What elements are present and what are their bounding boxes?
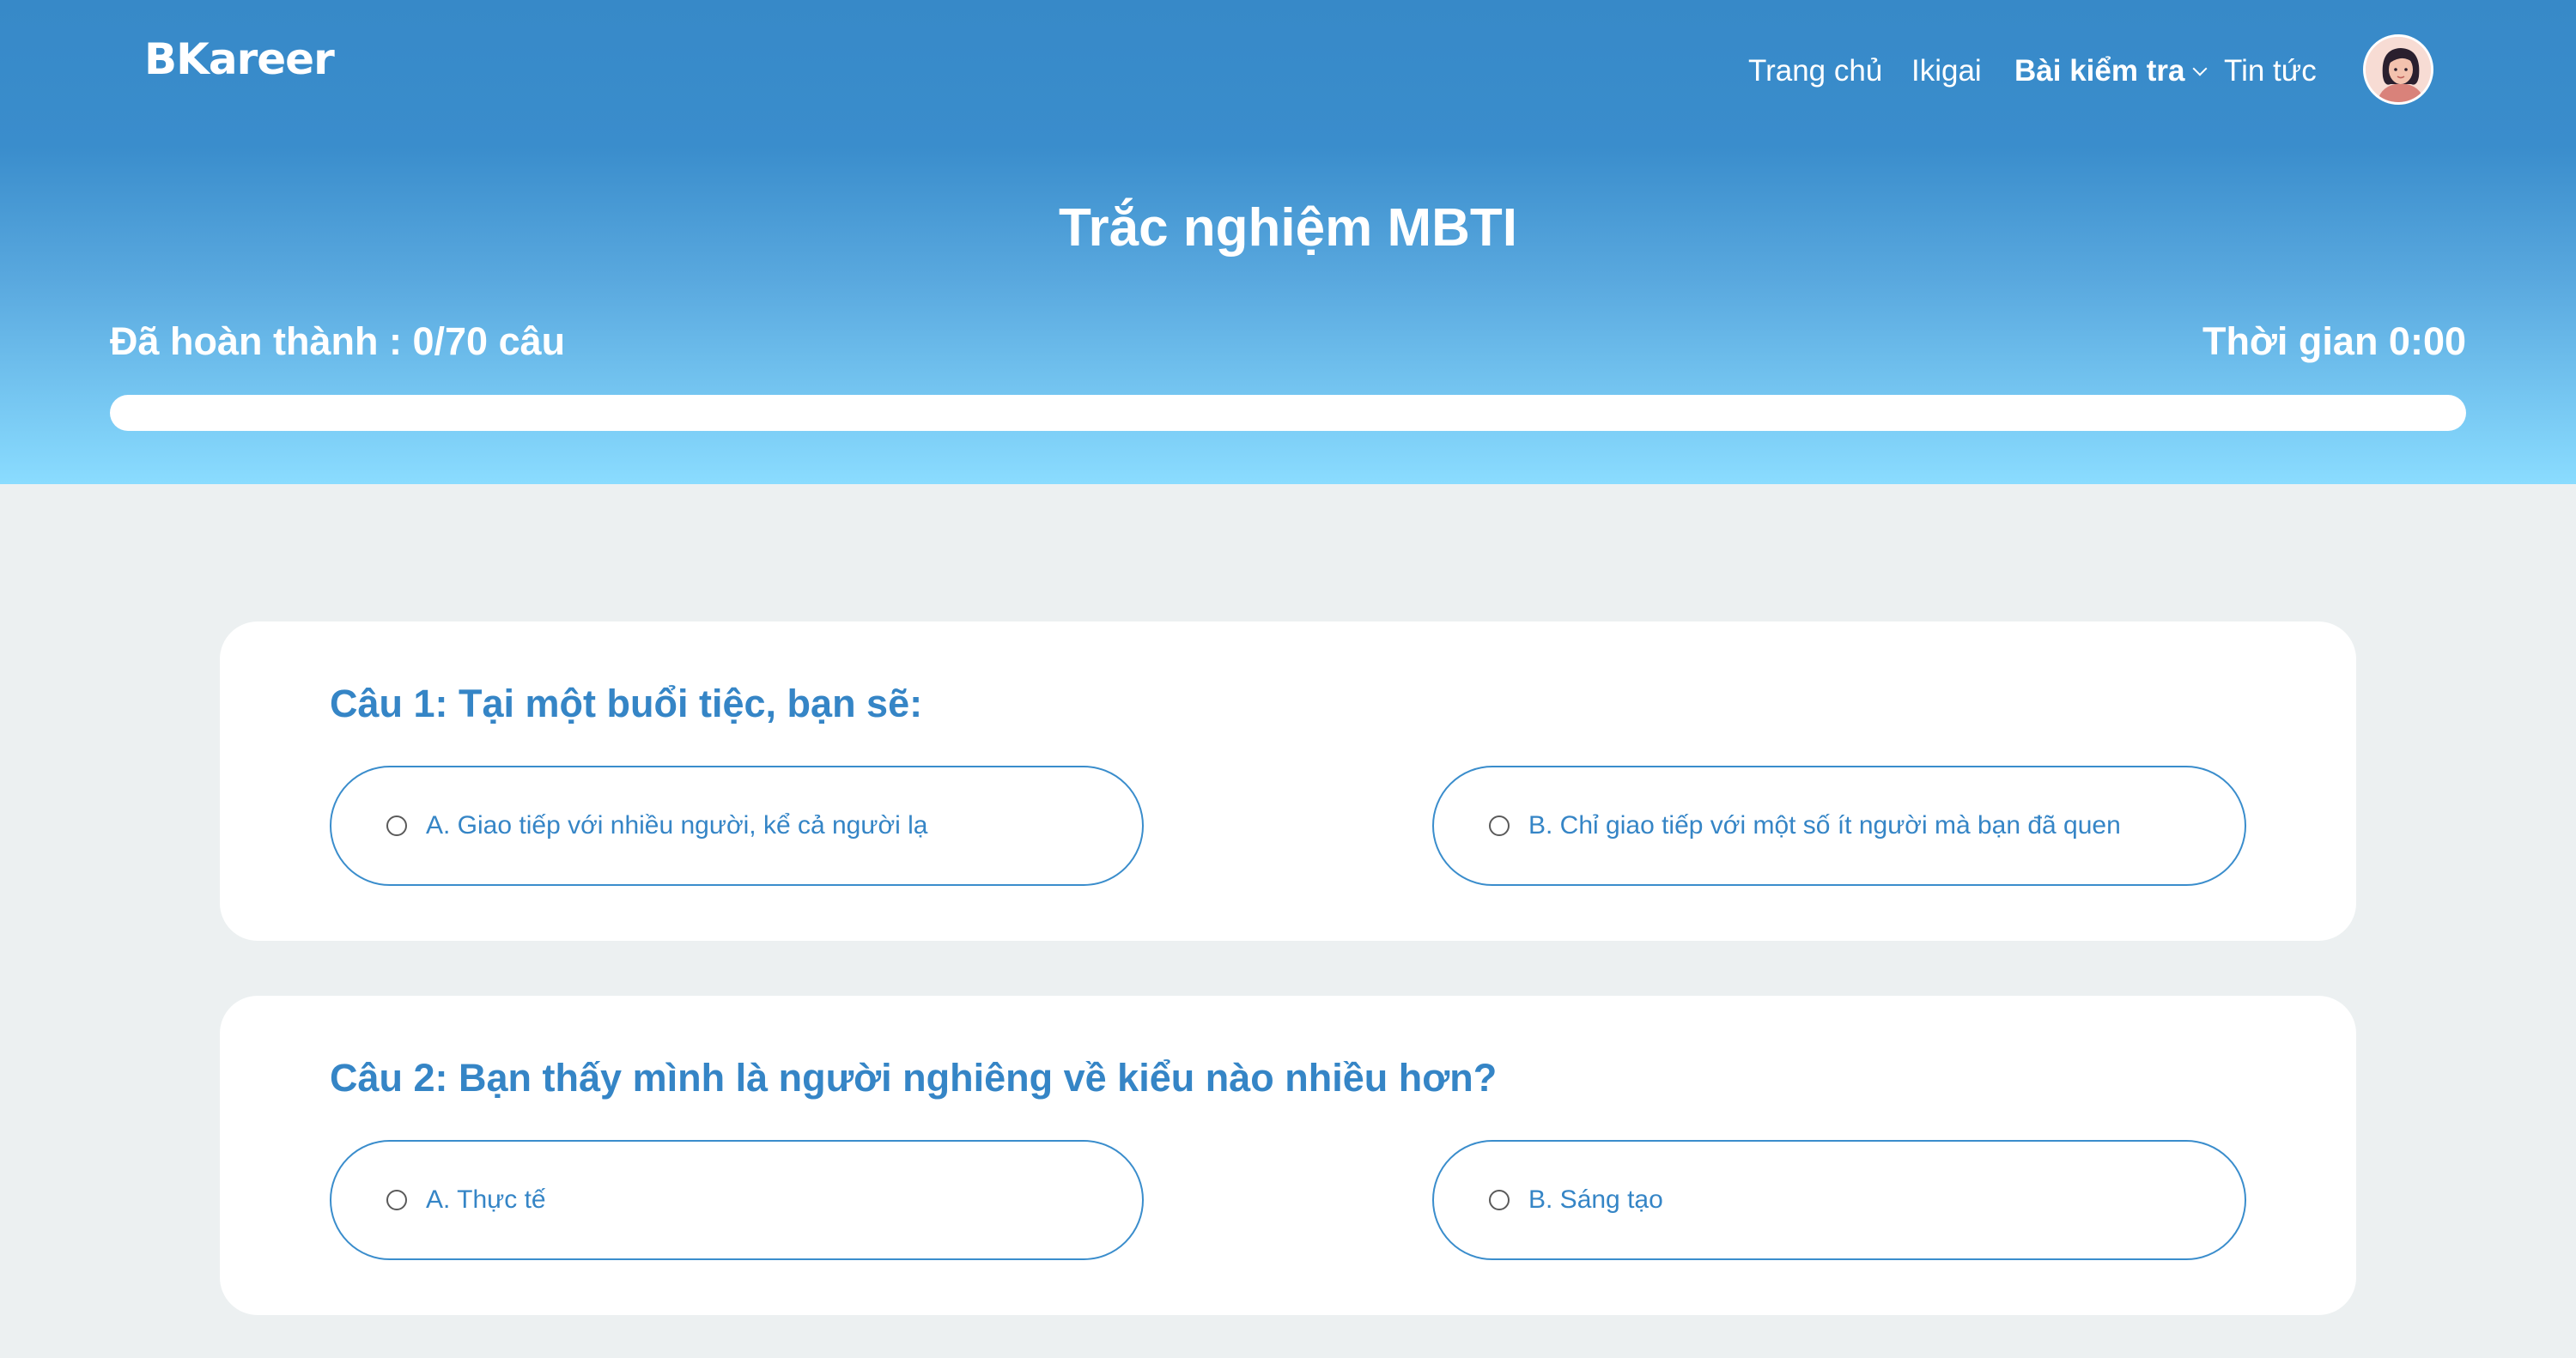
answer-option-b[interactable]: B. Sáng tạo (1432, 1140, 2246, 1260)
user-avatar-icon[interactable] (2363, 34, 2433, 105)
answer-option-label: B. Sáng tạo (1528, 1185, 1663, 1214)
nav-item-home[interactable]: Trang chủ (1748, 54, 1882, 88)
chevron-down-icon (2192, 61, 2208, 76)
avatar-illustration (2366, 37, 2431, 102)
answer-option-a[interactable]: A. Thực tế (330, 1140, 1144, 1260)
nav-item-news[interactable]: Tin tức (2224, 54, 2317, 88)
answer-option-b[interactable]: B. Chỉ giao tiếp với một số ít người mà … (1432, 766, 2246, 886)
question-title: Câu 2: Bạn thấy mình là người nghiêng về… (330, 1056, 1498, 1100)
answer-option-label: A. Thực tế (426, 1185, 546, 1214)
question-title: Câu 1: Tại một buổi tiệc, bạn sẽ: (330, 682, 923, 725)
answer-option-a[interactable]: A. Giao tiếp với nhiều người, kể cả ngườ… (330, 766, 1144, 886)
nav-item-tests[interactable]: Bài kiểm tra (2014, 54, 2208, 88)
progress-label: Đã hoàn thành : 0/70 câu (110, 319, 566, 363)
question-card-2: Câu 2: Bạn thấy mình là người nghiêng về… (220, 996, 2356, 1315)
hero-header: BKareer Trang chủ Ikigai Bài kiểm tra Ti… (0, 0, 2576, 484)
question-card-1: Câu 1: Tại một buổi tiệc, bạn sẽ: A. Gia… (220, 621, 2356, 941)
nav-item-ikigai[interactable]: Ikigai (1911, 54, 1982, 88)
radio-icon[interactable] (386, 815, 407, 836)
radio-icon[interactable] (1489, 815, 1510, 836)
answer-option-label: A. Giao tiếp với nhiều người, kể cả ngườ… (426, 811, 928, 840)
progress-bar (110, 395, 2466, 431)
answer-option-label: B. Chỉ giao tiếp với một số ít người mà … (1528, 811, 2121, 840)
page-title: Trắc nghiệm MBTI (1059, 198, 1517, 258)
timer-label: Thời gian 0:00 (2202, 319, 2466, 363)
radio-icon[interactable] (1489, 1190, 1510, 1210)
main-nav: Trang chủ Ikigai Bài kiểm tra Tin tức (0, 50, 2576, 93)
nav-item-tests-label: Bài kiểm tra (2014, 54, 2185, 88)
radio-icon[interactable] (386, 1190, 407, 1210)
